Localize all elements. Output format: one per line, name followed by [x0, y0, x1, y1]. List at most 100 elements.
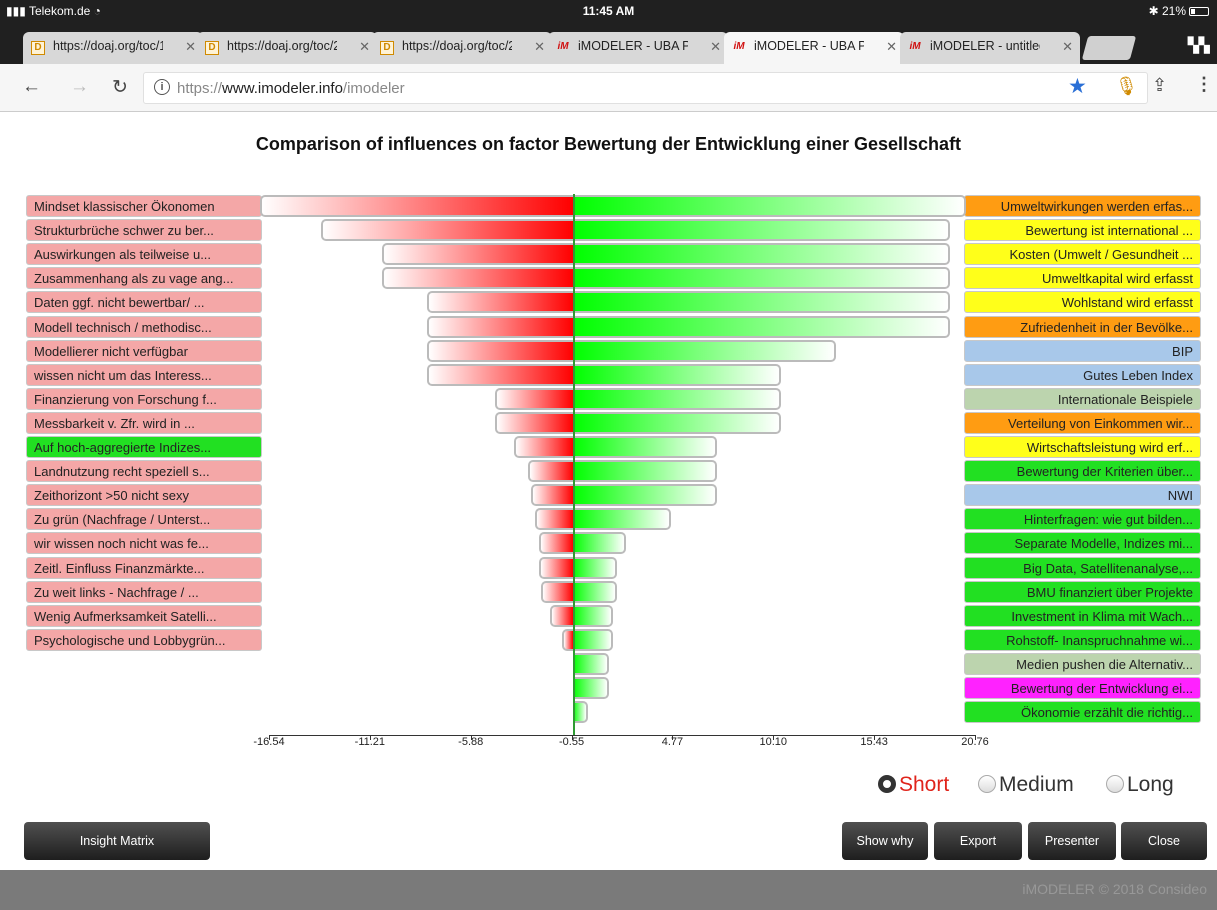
positive-influence-bar[interactable] [573, 604, 613, 627]
positive-influence-bar[interactable] [573, 267, 950, 290]
positive-influence-bar[interactable] [573, 363, 782, 386]
close-tab-icon[interactable]: ✕ [359, 39, 370, 55]
browser-tab[interactable]: D https://doaj.org/toc/1 ✕ [23, 32, 203, 64]
negative-factor-label[interactable]: wir wissen noch nicht was fe... [26, 532, 262, 555]
negative-factor-label[interactable]: Daten ggf. nicht bewertbar/ ... [26, 291, 262, 314]
browser-tab[interactable]: iM iMODELER - UBA Proj ✕ [548, 32, 728, 64]
close-tab-icon[interactable]: ✕ [886, 39, 897, 55]
negative-influence-bar[interactable] [538, 556, 573, 579]
info-icon[interactable]: i [154, 79, 170, 95]
negative-influence-bar[interactable] [527, 460, 573, 483]
positive-factor-label[interactable]: BMU finanziert über Projekte [964, 580, 1201, 603]
browser-tab[interactable]: D https://doaj.org/toc/2 ✕ [372, 32, 552, 64]
negative-influence-bar[interactable] [381, 267, 573, 290]
positive-factor-label[interactable]: Investment in Klima mit Wach... [964, 604, 1201, 627]
negative-factor-label[interactable]: Zeithorizont >50 nicht sexy [26, 484, 262, 507]
positive-factor-label[interactable]: Wirtschaftsleistung wird erf... [964, 436, 1201, 458]
negative-factor-label[interactable]: Zeitl. Einfluss Finanzmärkte... [26, 556, 262, 579]
negative-influence-bar[interactable] [321, 219, 573, 242]
new-tab-button[interactable] [1081, 36, 1137, 60]
share-icon[interactable]: ⇪ [1152, 75, 1167, 96]
negative-factor-label[interactable]: Mindset klassischer Ökonomen [26, 195, 262, 217]
negative-influence-bar[interactable] [495, 411, 573, 434]
negative-factor-label[interactable]: Zu grün (Nachfrage / Unterst... [26, 508, 262, 531]
positive-influence-bar[interactable] [573, 436, 717, 458]
negative-factor-label[interactable]: wissen nicht um das Interess... [26, 363, 262, 386]
positive-factor-label[interactable]: Gutes Leben Index [964, 363, 1201, 386]
negative-influence-bar[interactable] [514, 436, 573, 458]
negative-factor-label[interactable]: Strukturbrüche schwer zu ber... [26, 219, 262, 242]
positive-factor-label[interactable]: Rohstoff- Inanspruchnahme wi... [964, 628, 1201, 651]
positive-factor-label[interactable]: BIP [964, 339, 1201, 362]
negative-factor-label[interactable]: Modell technisch / methodisc... [26, 315, 262, 338]
negative-influence-bar[interactable] [427, 363, 573, 386]
positive-influence-bar[interactable] [573, 556, 617, 579]
positive-influence-bar[interactable] [573, 677, 609, 699]
timeframe-short-radio[interactable]: Short [878, 773, 949, 797]
browser-tab-active[interactable]: iM iMODELER - UBA Proj ✕ [724, 32, 904, 64]
negative-factor-label[interactable]: Psychologische und Lobbygrün... [26, 628, 262, 651]
positive-influence-bar[interactable] [573, 339, 837, 362]
positive-factor-label[interactable]: Bewertung der Entwicklung ei... [964, 677, 1201, 699]
positive-influence-bar[interactable] [573, 315, 950, 338]
negative-influence-bar[interactable] [427, 339, 573, 362]
negative-factor-label[interactable]: Landnutzung recht speziell s... [26, 460, 262, 483]
positive-influence-bar[interactable] [573, 387, 782, 410]
browser-tab[interactable]: D https://doaj.org/toc/2 ✕ [197, 32, 377, 64]
positive-influence-bar[interactable] [573, 580, 617, 603]
negative-factor-label[interactable]: Auf hoch-aggregierte Indizes... [26, 436, 262, 458]
close-button[interactable]: Close [1121, 822, 1207, 860]
positive-factor-label[interactable]: Umweltkapital wird erfasst [964, 267, 1201, 290]
export-button[interactable]: Export [934, 822, 1022, 860]
positive-factor-label[interactable]: Internationale Beispiele [964, 387, 1201, 410]
close-tab-icon[interactable]: ✕ [185, 39, 196, 55]
url-field[interactable]: i https://www.imodeler.info/imodeler [143, 72, 1148, 104]
close-tab-icon[interactable]: ✕ [1062, 39, 1073, 55]
positive-factor-label[interactable]: Hinterfragen: wie gut bilden... [964, 508, 1201, 531]
reload-icon[interactable]: ↻ [112, 76, 128, 99]
negative-influence-bar[interactable] [381, 243, 573, 266]
negative-influence-bar[interactable] [531, 484, 573, 507]
positive-factor-label[interactable]: Kosten (Umwelt / Gesundheit ... [964, 243, 1201, 266]
negative-influence-bar[interactable] [550, 604, 573, 627]
positive-factor-label[interactable]: Wohlstand wird erfasst [964, 291, 1201, 314]
back-arrow-icon[interactable]: ← [22, 76, 41, 98]
show-why-button[interactable]: Show why [842, 822, 928, 860]
positive-influence-bar[interactable] [573, 291, 950, 314]
close-tab-icon[interactable]: ✕ [534, 39, 545, 55]
microphone-icon[interactable]: 🎙 [1115, 76, 1138, 97]
positive-influence-bar[interactable] [573, 508, 672, 531]
negative-influence-bar[interactable] [427, 291, 573, 314]
forward-arrow-icon[interactable]: → [70, 76, 89, 98]
negative-factor-label[interactable]: Auswirkungen als teilweise u... [26, 243, 262, 266]
insight-matrix-button[interactable]: Insight Matrix [24, 822, 210, 860]
positive-factor-label[interactable]: Ökonomie erzählt die richtig... [964, 701, 1201, 724]
negative-influence-bar[interactable] [259, 195, 573, 217]
negative-factor-label[interactable]: Zu weit links - Nachfrage / ... [26, 580, 262, 603]
presenter-button[interactable]: Presenter [1028, 822, 1116, 860]
negative-influence-bar[interactable] [495, 387, 573, 410]
positive-factor-label[interactable]: Bewertung ist international ... [964, 219, 1201, 242]
negative-influence-bar[interactable] [538, 532, 573, 555]
positive-factor-label[interactable]: Umweltwirkungen werden erfas... [964, 195, 1201, 217]
positive-factor-label[interactable]: Medien pushen die Alternativ... [964, 652, 1201, 675]
negative-influence-bar[interactable] [427, 315, 573, 338]
positive-influence-bar[interactable] [573, 219, 950, 242]
close-tab-icon[interactable]: ✕ [710, 39, 721, 55]
positive-influence-bar[interactable] [573, 484, 717, 507]
positive-influence-bar[interactable] [573, 243, 950, 266]
tab-overview-icon[interactable]: ▚▚ [1188, 37, 1210, 54]
negative-influence-bar[interactable] [561, 628, 573, 651]
negative-factor-label[interactable]: Zusammenhang als zu vage ang... [26, 267, 262, 290]
bookmark-star-icon[interactable]: ★ [1068, 74, 1087, 99]
negative-factor-label[interactable]: Modellierer nicht verfügbar [26, 339, 262, 362]
positive-factor-label[interactable]: Verteilung von Einkommen wir... [964, 411, 1201, 434]
positive-factor-label[interactable]: Separate Modelle, Indizes mi... [964, 532, 1201, 555]
positive-factor-label[interactable]: Zufriedenheit in der Bevölke... [964, 315, 1201, 338]
negative-influence-bar[interactable] [535, 508, 573, 531]
positive-influence-bar[interactable] [573, 460, 717, 483]
browser-tab[interactable]: iM iMODELER - untitled ✕ [900, 32, 1080, 64]
positive-influence-bar[interactable] [573, 195, 966, 217]
timeframe-long-radio[interactable]: Long [1106, 773, 1174, 797]
negative-influence-bar[interactable] [540, 580, 573, 603]
